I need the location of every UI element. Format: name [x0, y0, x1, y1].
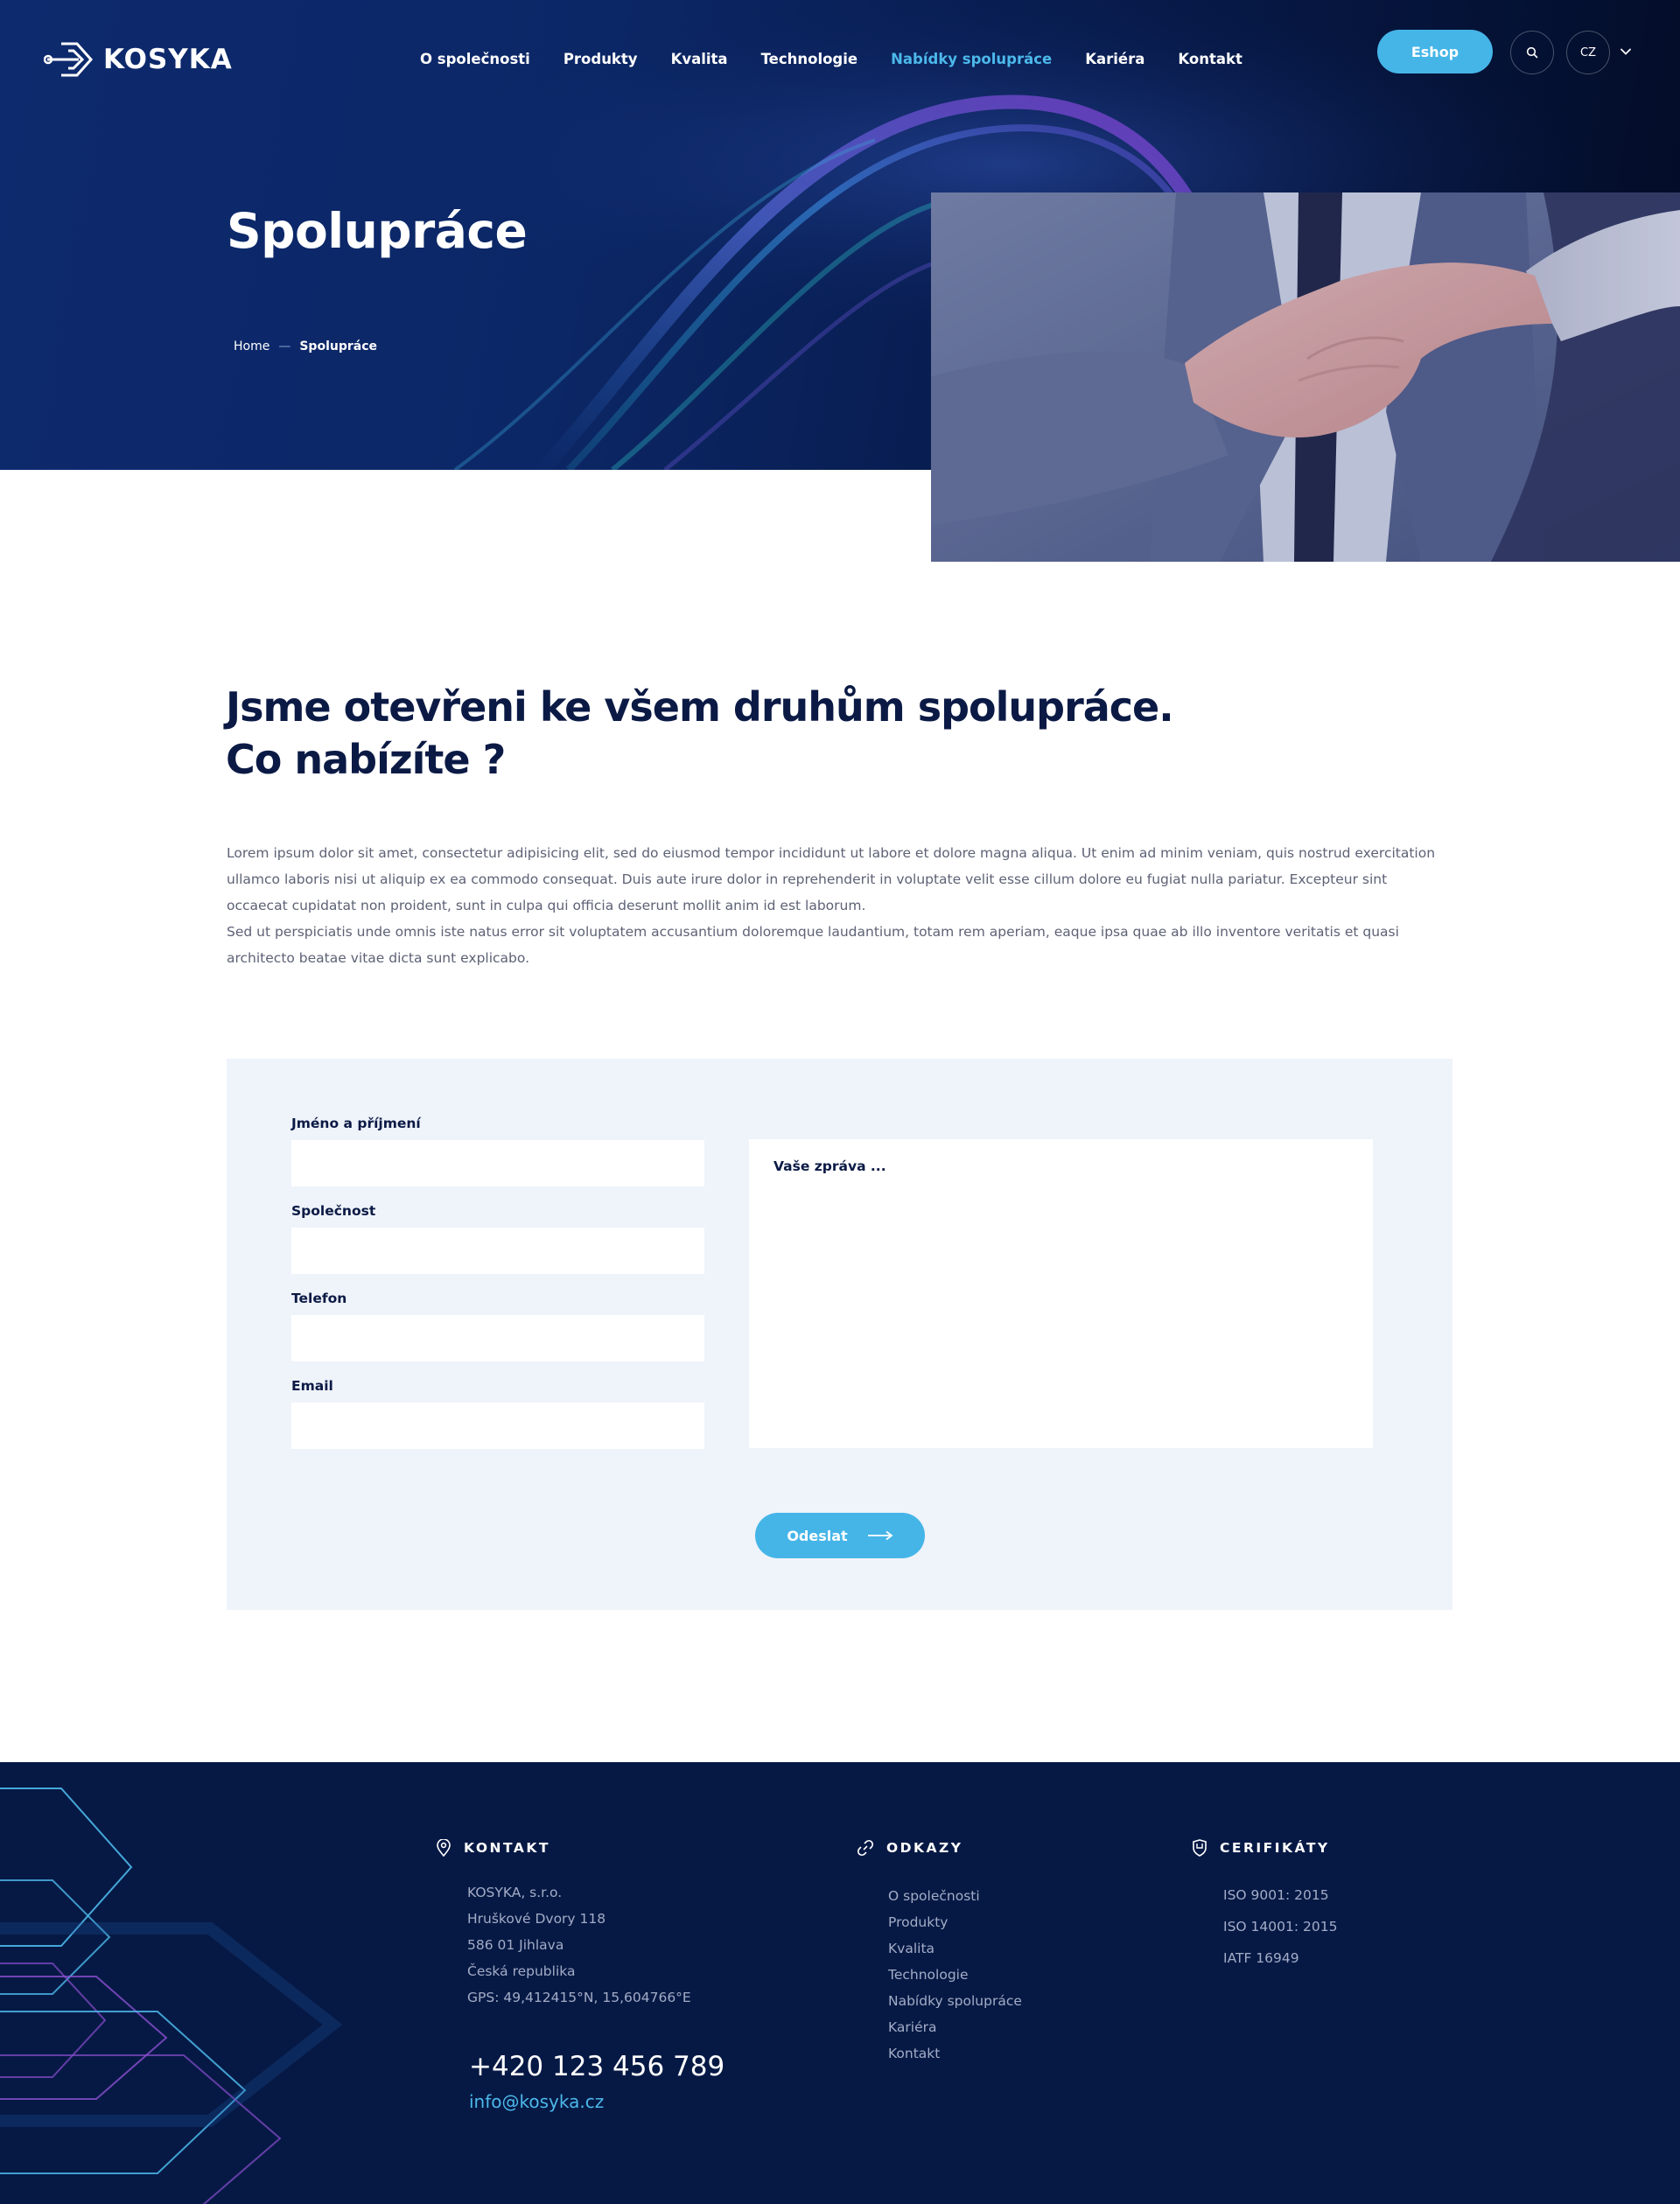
footer-links-column: ODKAZY O společnosti Produkty Kvalita Te… [857, 1839, 1022, 2067]
footer-contact-line: KOSYKA, s.r.o. [467, 1885, 563, 1900]
cooperation-form: Jméno a příjmení Společnost Telefon Emai… [227, 1059, 1452, 1610]
nav-item-o-spolecnosti[interactable]: O společnosti [420, 51, 530, 67]
footer-cert-item: ISO 9001: 2015 [1223, 1887, 1329, 1903]
name-label: Jméno a příjmení [291, 1116, 421, 1131]
footer-email[interactable]: info@kosyka.cz [469, 2091, 604, 2112]
footer-phone[interactable]: +420 123 456 789 [469, 2051, 724, 2082]
search-icon [1526, 46, 1538, 59]
arrow-right-icon [867, 1530, 893, 1541]
footer-certs-heading: CERIFIKÁTY [1192, 1839, 1337, 1857]
phone-input[interactable] [291, 1315, 704, 1361]
breadcrumb-current: Spolupráce [299, 339, 377, 353]
breadcrumb-separator: — [278, 339, 291, 353]
chevron-down-icon[interactable] [1620, 45, 1632, 58]
site-footer: KONTAKT KOSYKA, s.r.o. Hruškové Dvory 11… [0, 1762, 1680, 2204]
footer-contact-line: Česká republika [467, 1963, 576, 1979]
eshop-button[interactable]: Eshop [1377, 30, 1493, 73]
nav-item-technologie[interactable]: Technologie [761, 51, 858, 67]
breadcrumb: Home — Spolupráce [234, 339, 377, 353]
language-selector[interactable]: CZ [1566, 31, 1610, 74]
nav-item-produkty[interactable]: Produkty [564, 51, 638, 67]
intro-heading-line-2: Co nabízíte ? [226, 736, 506, 783]
footer-hexagon-decoration [0, 1788, 343, 2204]
footer-contact-heading: KONTAKT [436, 1839, 691, 1857]
nav-item-kariera[interactable]: Kariéra [1085, 51, 1144, 67]
name-input[interactable] [291, 1140, 704, 1186]
intro-heading-line-1: Jsme otevřeni ke všem druhům spolupráce. [226, 683, 1174, 731]
submit-button[interactable]: Odeslat [755, 1513, 925, 1558]
footer-certs-title: CERIFIKÁTY [1220, 1840, 1330, 1856]
footer-link-produkty[interactable]: Produkty [888, 1909, 1022, 1935]
intro-text: Lorem ipsum dolor sit amet, consectetur … [227, 840, 1452, 971]
footer-contact-line: GPS: 49,412415°N, 15,604766°E [467, 1990, 691, 2005]
intro-paragraph-1: Lorem ipsum dolor sit amet, consectetur … [227, 845, 1436, 913]
footer-link-technologie[interactable]: Technologie [888, 1962, 1022, 1988]
email-label: Email [291, 1378, 333, 1394]
footer-cert-item: ISO 14001: 2015 [1223, 1919, 1338, 1935]
footer-certs-list: ISO 9001: 2015 ISO 14001: 2015 IATF 1694… [1223, 1879, 1337, 1974]
footer-link-o-spolecnosti[interactable]: O společnosti [888, 1883, 1022, 1909]
breadcrumb-home[interactable]: Home [234, 339, 270, 353]
handshake-photo [931, 192, 1680, 562]
footer-contact-title: KONTAKT [464, 1840, 550, 1856]
footer-contact-column: KONTAKT KOSYKA, s.r.o. Hruškové Dvory 11… [436, 1839, 691, 2011]
footer-link-nabidky-spoluprace[interactable]: Nabídky spolupráce [888, 1988, 1022, 2014]
email-input[interactable] [291, 1403, 704, 1449]
main-navigation: O společnosti Produkty Kvalita Technolog… [420, 51, 1276, 67]
location-pin-icon [437, 1839, 451, 1857]
link-icon [857, 1839, 874, 1857]
search-button[interactable] [1510, 31, 1554, 74]
footer-contact-list: KOSYKA, s.r.o. Hruškové Dvory 118 586 01… [467, 1879, 691, 2011]
intro-heading: Jsme otevřeni ke všem druhům spolupráce.… [226, 681, 1276, 786]
submit-label: Odeslat [787, 1527, 848, 1544]
message-placeholder: Vaše zpráva ... [774, 1158, 886, 1174]
page-title: Spolupráce [227, 203, 528, 259]
nav-item-nabidky-spoluprace[interactable]: Nabídky spolupráce [891, 51, 1052, 67]
footer-certs-column: CERIFIKÁTY ISO 9001: 2015 ISO 14001: 201… [1192, 1839, 1337, 1974]
footer-links-list: O společnosti Produkty Kvalita Technolog… [888, 1883, 1022, 2067]
footer-contact-line: 586 01 Jihlava [467, 1937, 564, 1953]
footer-link-kvalita[interactable]: Kvalita [888, 1935, 1022, 1962]
footer-link-kontakt[interactable]: Kontakt [888, 2040, 1022, 2067]
company-input[interactable] [291, 1228, 704, 1274]
nav-item-kvalita[interactable]: Kvalita [671, 51, 728, 67]
intro-paragraph-2: Sed ut perspiciatis unde omnis iste natu… [227, 924, 1399, 966]
message-textarea[interactable]: Vaše zpráva ... [749, 1139, 1373, 1448]
footer-contact-line: Hruškové Dvory 118 [467, 1911, 606, 1927]
logo-arrow-icon [44, 42, 94, 77]
kosyka-logo[interactable]: KOSYKA [44, 40, 233, 79]
company-label: Společnost [291, 1203, 376, 1219]
footer-link-kariera[interactable]: Kariéra [888, 2014, 1022, 2040]
footer-links-title: ODKAZY [886, 1840, 963, 1856]
shield-icon [1193, 1839, 1207, 1857]
phone-label: Telefon [291, 1291, 347, 1306]
logo-text: KOSYKA [103, 44, 233, 75]
footer-cert-item: IATF 16949 [1223, 1950, 1299, 1966]
handshake-illustration [931, 192, 1680, 562]
nav-item-kontakt[interactable]: Kontakt [1178, 51, 1242, 67]
footer-links-heading: ODKAZY [857, 1839, 1022, 1857]
